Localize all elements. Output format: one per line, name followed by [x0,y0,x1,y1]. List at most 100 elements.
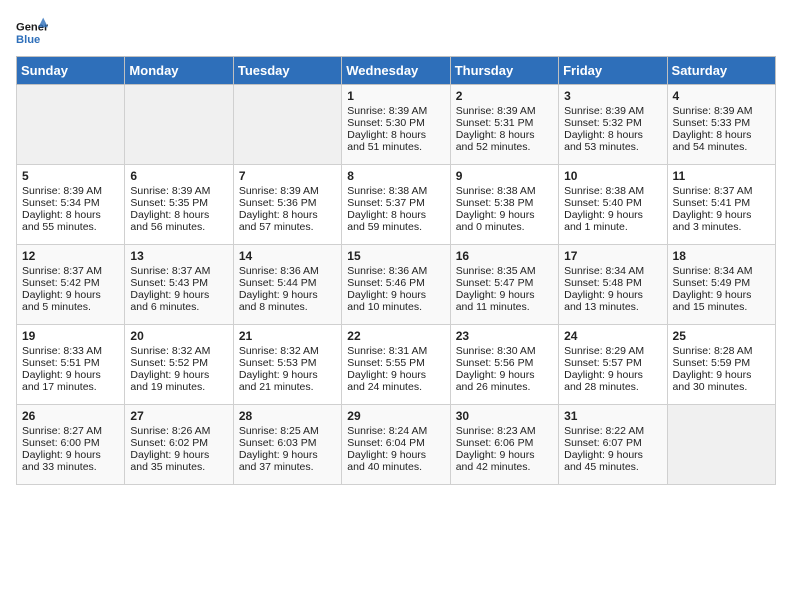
day-number: 11 [673,169,770,183]
day-info-line: Sunset: 5:34 PM [22,197,119,209]
day-info-line: Sunset: 5:44 PM [239,277,336,289]
calendar-cell [667,405,775,485]
day-info-line: Sunrise: 8:22 AM [564,425,661,437]
day-info-line: Daylight: 9 hours [130,449,227,461]
day-info-line: Daylight: 8 hours [564,129,661,141]
calendar-cell: 16Sunrise: 8:35 AMSunset: 5:47 PMDayligh… [450,245,558,325]
weekday-header-wednesday: Wednesday [342,57,450,85]
day-info-line: Sunrise: 8:24 AM [347,425,444,437]
day-info-line: Sunrise: 8:39 AM [130,185,227,197]
calendar-table: SundayMondayTuesdayWednesdayThursdayFrid… [16,56,776,485]
day-info-line: and 33 minutes. [22,461,119,473]
day-info-line: Sunrise: 8:34 AM [564,265,661,277]
day-info-line: Sunrise: 8:39 AM [456,105,553,117]
day-info-line: Sunset: 5:37 PM [347,197,444,209]
calendar-cell: 7Sunrise: 8:39 AMSunset: 5:36 PMDaylight… [233,165,341,245]
day-number: 28 [239,409,336,423]
day-info-line: and 26 minutes. [456,381,553,393]
day-info-line: and 59 minutes. [347,221,444,233]
weekday-header-friday: Friday [559,57,667,85]
calendar-cell [17,85,125,165]
calendar-cell: 21Sunrise: 8:32 AMSunset: 5:53 PMDayligh… [233,325,341,405]
day-info-line: and 21 minutes. [239,381,336,393]
calendar-cell: 1Sunrise: 8:39 AMSunset: 5:30 PMDaylight… [342,85,450,165]
day-number: 3 [564,89,661,103]
day-info-line: Daylight: 9 hours [347,369,444,381]
day-info-line: Sunrise: 8:25 AM [239,425,336,437]
day-info-line: Sunrise: 8:37 AM [673,185,770,197]
day-info-line: Daylight: 9 hours [456,449,553,461]
day-info-line: and 6 minutes. [130,301,227,313]
day-info-line: Sunset: 5:59 PM [673,357,770,369]
calendar-week-row: 26Sunrise: 8:27 AMSunset: 6:00 PMDayligh… [17,405,776,485]
calendar-week-row: 1Sunrise: 8:39 AMSunset: 5:30 PMDaylight… [17,85,776,165]
day-info-line: Sunset: 5:30 PM [347,117,444,129]
day-info-line: Daylight: 8 hours [673,129,770,141]
calendar-cell: 8Sunrise: 8:38 AMSunset: 5:37 PMDaylight… [342,165,450,245]
day-info-line: Sunrise: 8:39 AM [239,185,336,197]
day-info-line: Sunset: 5:32 PM [564,117,661,129]
day-info-line: Sunrise: 8:27 AM [22,425,119,437]
day-number: 12 [22,249,119,263]
day-info-line: Sunrise: 8:26 AM [130,425,227,437]
calendar-header-row: SundayMondayTuesdayWednesdayThursdayFrid… [17,57,776,85]
day-info-line: Sunset: 5:40 PM [564,197,661,209]
day-info-line: and 24 minutes. [347,381,444,393]
calendar-cell: 13Sunrise: 8:37 AMSunset: 5:43 PMDayligh… [125,245,233,325]
day-info-line: Daylight: 8 hours [347,129,444,141]
day-info-line: and 35 minutes. [130,461,227,473]
weekday-header-saturday: Saturday [667,57,775,85]
calendar-cell: 4Sunrise: 8:39 AMSunset: 5:33 PMDaylight… [667,85,775,165]
day-number: 6 [130,169,227,183]
calendar-cell: 29Sunrise: 8:24 AMSunset: 6:04 PMDayligh… [342,405,450,485]
day-info-line: Sunset: 5:38 PM [456,197,553,209]
day-info-line: Sunrise: 8:39 AM [673,105,770,117]
calendar-cell: 20Sunrise: 8:32 AMSunset: 5:52 PMDayligh… [125,325,233,405]
day-info-line: Sunrise: 8:38 AM [456,185,553,197]
day-info-line: and 56 minutes. [130,221,227,233]
calendar-cell: 14Sunrise: 8:36 AMSunset: 5:44 PMDayligh… [233,245,341,325]
logo-icon: General Blue [16,16,48,48]
day-info-line: Sunrise: 8:31 AM [347,345,444,357]
day-number: 5 [22,169,119,183]
day-info-line: Sunset: 6:06 PM [456,437,553,449]
day-number: 2 [456,89,553,103]
day-info-line: Daylight: 9 hours [22,289,119,301]
day-info-line: and 19 minutes. [130,381,227,393]
day-number: 21 [239,329,336,343]
day-info-line: Daylight: 9 hours [130,369,227,381]
calendar-cell: 11Sunrise: 8:37 AMSunset: 5:41 PMDayligh… [667,165,775,245]
day-info-line: Sunrise: 8:33 AM [22,345,119,357]
calendar-cell: 31Sunrise: 8:22 AMSunset: 6:07 PMDayligh… [559,405,667,485]
day-info-line: and 53 minutes. [564,141,661,153]
day-info-line: and 28 minutes. [564,381,661,393]
day-info-line: Daylight: 9 hours [564,289,661,301]
day-info-line: Daylight: 8 hours [22,209,119,221]
day-number: 10 [564,169,661,183]
day-info-line: and 13 minutes. [564,301,661,313]
day-info-line: and 51 minutes. [347,141,444,153]
day-info-line: Sunset: 5:53 PM [239,357,336,369]
day-info-line: Sunset: 6:03 PM [239,437,336,449]
day-info-line: Sunset: 5:48 PM [564,277,661,289]
calendar-cell: 30Sunrise: 8:23 AMSunset: 6:06 PMDayligh… [450,405,558,485]
day-info-line: Sunset: 5:42 PM [22,277,119,289]
day-info-line: Daylight: 9 hours [564,209,661,221]
day-number: 25 [673,329,770,343]
day-info-line: Sunrise: 8:37 AM [22,265,119,277]
calendar-cell: 24Sunrise: 8:29 AMSunset: 5:57 PMDayligh… [559,325,667,405]
day-info-line: Sunset: 5:33 PM [673,117,770,129]
calendar-cell: 9Sunrise: 8:38 AMSunset: 5:38 PMDaylight… [450,165,558,245]
day-info-line: Sunset: 5:49 PM [673,277,770,289]
day-number: 16 [456,249,553,263]
day-info-line: Sunset: 5:51 PM [22,357,119,369]
day-info-line: Daylight: 9 hours [22,369,119,381]
day-number: 23 [456,329,553,343]
calendar-cell: 26Sunrise: 8:27 AMSunset: 6:00 PMDayligh… [17,405,125,485]
day-info-line: and 8 minutes. [239,301,336,313]
day-info-line: Daylight: 9 hours [239,369,336,381]
day-info-line: Sunset: 5:55 PM [347,357,444,369]
day-info-line: Daylight: 9 hours [130,289,227,301]
day-info-line: Daylight: 8 hours [347,209,444,221]
day-info-line: and 54 minutes. [673,141,770,153]
